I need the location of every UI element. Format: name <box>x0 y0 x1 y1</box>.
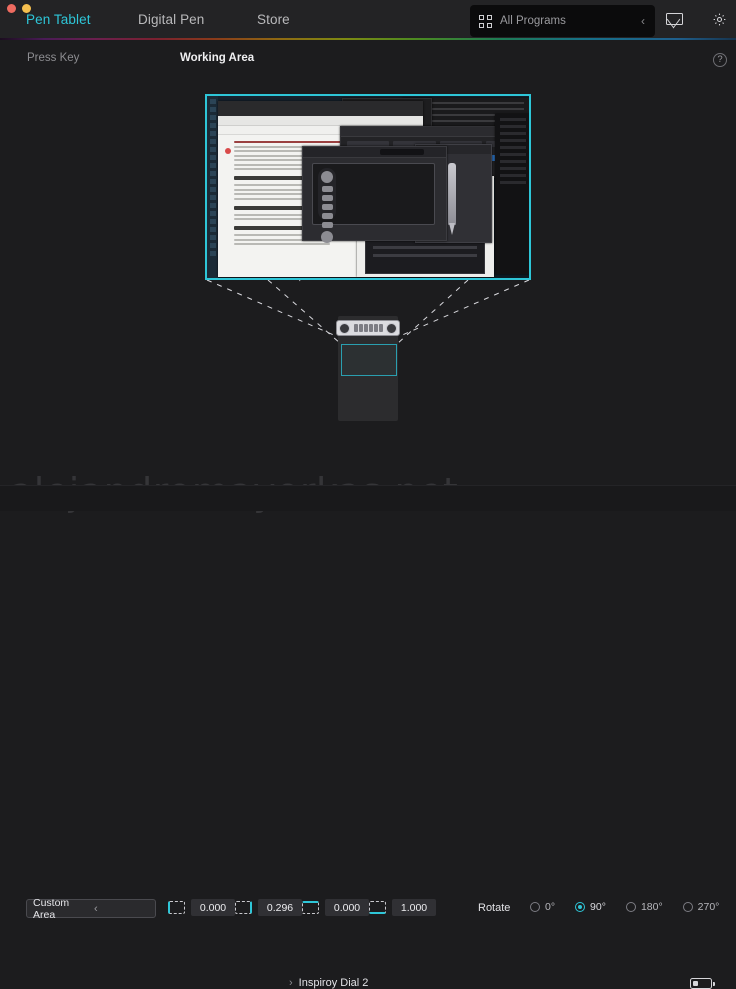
subnav-item-working-area[interactable]: Working Area <box>180 52 254 64</box>
press-keys-row[interactable] <box>354 324 383 332</box>
title-bar: Pen Tablet Digital Pen Store All Program… <box>0 0 736 38</box>
pen-tablet-app-window: Pen Tablet Digital Pen Store All Program… <box>0 0 736 510</box>
rotate-option-270-label: 270° <box>698 901 720 913</box>
radio-icon <box>626 902 636 912</box>
close-window-button[interactable] <box>7 4 16 13</box>
rotate-label: Rotate <box>478 902 510 914</box>
chevron-left-icon: ‹ <box>641 14 645 28</box>
edge-bottom-icon <box>369 901 386 914</box>
mapping-stage <box>0 76 736 445</box>
area-mode-value: Custom Area <box>33 897 88 921</box>
rotate-option-180[interactable]: 180° <box>626 901 663 913</box>
radio-icon <box>683 902 693 912</box>
radio-icon <box>575 902 585 912</box>
field-bottom-input[interactable]: 1.000 <box>392 899 436 916</box>
gear-icon[interactable] <box>712 12 727 27</box>
monitor-preview[interactable] <box>205 94 531 280</box>
tab-digital-pen[interactable]: Digital Pen <box>138 12 204 27</box>
working-area-controls: Custom Area ‹ 0.000 0.296 0.000 1.000 Ro… <box>0 445 736 485</box>
field-right-group: 0.296 <box>235 899 302 916</box>
monitor-screen-content <box>207 96 529 278</box>
tab-pen-tablet-label: Pen Tablet <box>26 12 91 27</box>
device-selector[interactable]: › Inspiroy Dial 2 <box>289 977 368 989</box>
rotate-option-90[interactable]: 90° <box>575 901 606 913</box>
rotate-option-270[interactable]: 270° <box>683 901 720 913</box>
device-footer-bar: › Inspiroy Dial 2 <box>0 485 736 511</box>
rotate-option-0-label: 0° <box>545 901 555 913</box>
tab-pen-tablet[interactable]: Pen Tablet <box>26 12 91 27</box>
field-right-input[interactable]: 0.296 <box>258 899 302 916</box>
rotate-option-90-label: 90° <box>590 901 606 913</box>
all-programs-label: All Programs <box>500 15 641 27</box>
edge-top-icon <box>302 901 319 914</box>
window-sidebar-right <box>495 114 531 274</box>
subnav-item-press-key[interactable]: Press Key <box>27 52 79 64</box>
device-name-label: Inspiroy Dial 2 <box>299 977 369 989</box>
edge-right-icon <box>235 901 252 914</box>
tab-store-label: Store <box>257 12 290 27</box>
all-programs-dropdown[interactable]: All Programs ‹ <box>470 5 655 37</box>
field-bottom-group: 1.000 <box>369 899 436 916</box>
cursor-dot <box>225 148 231 154</box>
window-tablet-settings <box>302 146 447 241</box>
tab-digital-pen-label: Digital Pen <box>138 12 204 27</box>
dial-right-icon[interactable] <box>386 323 397 334</box>
field-left-group: 0.000 <box>168 899 235 916</box>
field-top-group: 0.000 <box>302 899 369 916</box>
area-mode-select[interactable]: Custom Area ‹ <box>26 899 156 918</box>
chevron-left-icon: ‹ <box>94 903 149 915</box>
help-icon[interactable]: ? <box>713 53 727 67</box>
taskbar-left <box>207 96 218 278</box>
battery-low-icon <box>690 978 712 989</box>
working-area-rect[interactable] <box>341 344 397 376</box>
sub-navigation <box>0 40 736 76</box>
field-top-input[interactable]: 0.000 <box>325 899 369 916</box>
tab-store[interactable]: Store <box>257 12 290 27</box>
field-left-input[interactable]: 0.000 <box>191 899 235 916</box>
dial-left-icon[interactable] <box>339 323 350 334</box>
rotate-option-180-label: 180° <box>641 901 663 913</box>
chevron-right-icon: › <box>289 977 293 989</box>
grid-icon <box>479 15 492 28</box>
radio-icon <box>530 902 540 912</box>
tablet-control-strip[interactable] <box>336 320 400 336</box>
edge-left-icon <box>168 901 185 914</box>
rotate-option-0[interactable]: 0° <box>530 901 555 913</box>
rotate-radio-group: 0° 90° 180° 270° <box>530 901 719 913</box>
mail-icon[interactable] <box>666 13 683 25</box>
